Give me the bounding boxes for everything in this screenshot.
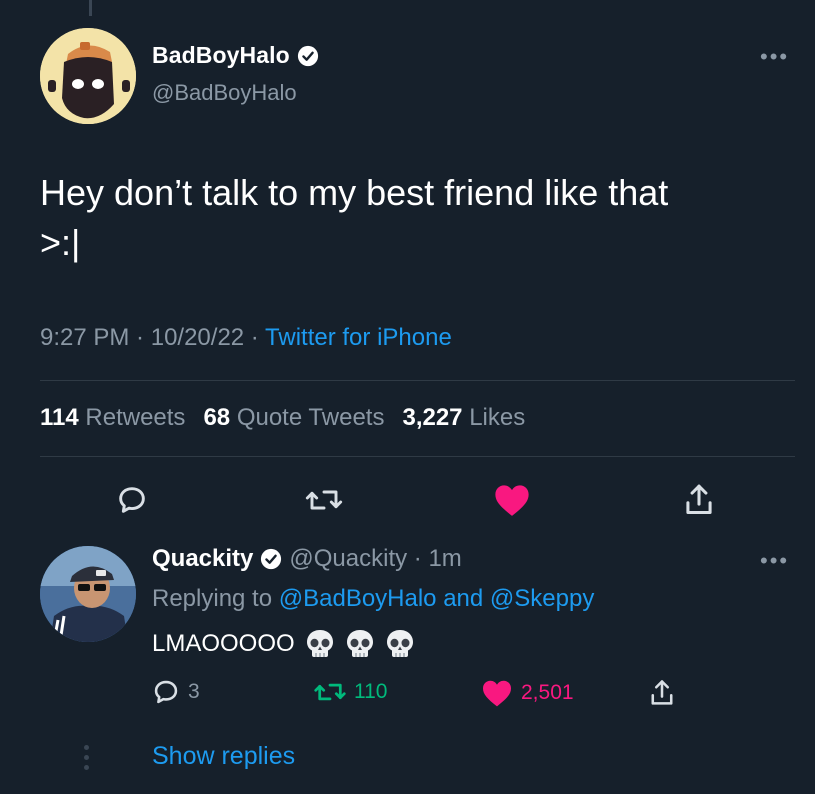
replying-prefix: Replying to <box>152 585 273 612</box>
mention-badboyhalo[interactable]: @BadBoyHalo <box>279 585 437 612</box>
reply-like-count: 2,501 <box>521 681 574 704</box>
reply-icon <box>119 487 145 513</box>
divider <box>40 380 795 381</box>
engagement-stats: 114 Retweets 68 Quote Tweets 3,227 Likes <box>40 404 525 432</box>
thread-dots-icon <box>84 745 89 770</box>
likes-label: Likes <box>469 404 526 431</box>
reply-more-options-icon[interactable]: ••• <box>760 550 789 572</box>
more-options-icon[interactable]: ••• <box>760 46 789 68</box>
share-icon <box>686 484 712 514</box>
like-button[interactable] <box>490 478 534 522</box>
tweet-meta: 9:27 PM · 10/20/22 · Twitter for iPhone <box>40 324 452 352</box>
tweet-text-line-2: >:| <box>40 222 81 263</box>
retweets-count: 114 <box>40 404 79 431</box>
likes-stat[interactable]: 3,227 Likes <box>402 404 525 432</box>
thread-line <box>89 0 92 16</box>
author-handle[interactable]: @BadBoyHalo <box>152 80 297 106</box>
reply-button[interactable] <box>112 480 152 520</box>
mention-skeppy[interactable]: @Skeppy <box>490 585 594 612</box>
reply-retweet-button[interactable]: 110 <box>314 678 387 706</box>
retweet-button[interactable] <box>301 480 347 520</box>
reply-handle-text: @Quackity <box>289 545 408 572</box>
reply-time: 1m <box>428 545 462 572</box>
reply-retweet-count: 110 <box>354 680 388 703</box>
badboyhalo-avatar-image <box>40 28 136 124</box>
meta-separator: · <box>129 324 151 351</box>
meta-separator: · <box>244 324 266 351</box>
heart-filled-icon <box>495 485 529 516</box>
show-replies-link[interactable]: Show replies <box>152 742 295 771</box>
reply-avatar[interactable] <box>40 546 136 642</box>
reply-author-handle[interactable]: @Quackity · 1m <box>289 545 461 573</box>
reply-separator: · <box>407 545 429 572</box>
tweet-date[interactable]: 10/20/22 <box>151 324 244 351</box>
tweet-source-link[interactable]: Twitter for iPhone <box>265 324 452 351</box>
tweet-text-line-1: Hey don’t talk to my best friend like th… <box>40 172 669 213</box>
likes-count: 3,227 <box>402 404 463 431</box>
reply-author-name[interactable]: Quackity <box>152 545 253 573</box>
skull-emoji-icon <box>386 630 413 657</box>
reply-share-button[interactable] <box>648 678 676 708</box>
reply-icon <box>154 680 178 704</box>
retweets-label: Retweets <box>85 404 186 431</box>
quote-tweets-count: 68 <box>203 404 231 431</box>
reply-reply-count: 3 <box>188 680 200 703</box>
quote-tweets-stat[interactable]: 68 Quote Tweets <box>203 404 384 432</box>
skull-emoji-icon <box>306 630 333 657</box>
skull-emoji-icon <box>346 630 373 657</box>
quackity-avatar-image <box>40 546 136 642</box>
tweet-time[interactable]: 9:27 PM <box>40 324 129 351</box>
quote-tweets-label: Quote Tweets <box>236 404 385 431</box>
verified-badge-icon <box>261 548 282 570</box>
share-button[interactable] <box>677 478 721 522</box>
replying-to: Replying to @BadBoyHalo and @Skeppy <box>152 585 594 613</box>
verified-badge-icon <box>297 45 318 66</box>
retweet-icon <box>314 683 346 701</box>
avatar[interactable] <box>40 28 136 124</box>
reply-text-content: LMAOOOOO <box>152 630 295 657</box>
mention-and[interactable]: and <box>443 585 483 612</box>
reply-author-row: Quackity @Quackity · 1m <box>152 545 462 573</box>
heart-filled-icon <box>483 680 511 707</box>
reply-reply-button[interactable]: 3 <box>152 678 200 706</box>
author-row[interactable]: BadBoyHalo <box>152 42 319 69</box>
reply-text: LMAOOOOO <box>152 628 415 660</box>
reply-like-button[interactable]: 2,501 <box>481 678 574 708</box>
author-name[interactable]: BadBoyHalo <box>152 42 290 69</box>
divider <box>40 456 795 457</box>
share-icon <box>651 680 673 705</box>
retweets-stat[interactable]: 114 Retweets <box>40 404 185 432</box>
retweet-icon <box>305 490 343 510</box>
tweet-text: Hey don’t talk to my best friend like th… <box>40 168 780 268</box>
